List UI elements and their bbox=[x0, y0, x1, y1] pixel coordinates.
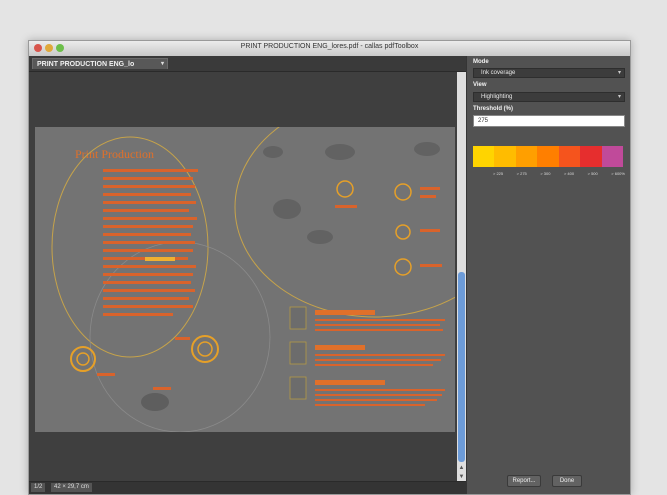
threshold-input[interactable]: 275 bbox=[473, 115, 625, 127]
scale-label: > 600% bbox=[611, 171, 625, 176]
document-tab-label: PRINT PRODUCTION ENG_lo bbox=[37, 61, 135, 68]
document-canvas[interactable]: Print Production bbox=[29, 72, 457, 482]
page-size: 42 × 29,7 cm bbox=[51, 483, 92, 492]
scroll-down-icon[interactable]: ▼ bbox=[457, 473, 466, 481]
scrollbar-thumb[interactable] bbox=[458, 272, 465, 462]
color-swatch bbox=[537, 146, 559, 167]
status-bar: 1/2 42 × 29,7 cm bbox=[29, 481, 466, 494]
left-column-illustration bbox=[51, 136, 271, 432]
threshold-label: Threshold (%) bbox=[473, 106, 513, 112]
color-swatch bbox=[558, 146, 581, 167]
chevron-down-icon: ▾ bbox=[617, 70, 621, 76]
page-artwork bbox=[51, 127, 455, 432]
view-label: View bbox=[473, 82, 487, 88]
chevron-down-icon: ▾ bbox=[617, 94, 621, 100]
color-swatch bbox=[580, 146, 602, 167]
color-swatch bbox=[515, 146, 538, 167]
inspector-panel: Mode Ink coverage ▾ View Highlighting ▾ … bbox=[466, 56, 630, 494]
right-column-illustration bbox=[234, 127, 455, 406]
coverage-color-scale bbox=[473, 146, 623, 167]
pdf-page-preview: Print Production bbox=[35, 127, 455, 432]
report-button[interactable]: Report... bbox=[507, 475, 541, 487]
scale-label: > 300 bbox=[540, 171, 551, 176]
mode-select-value: Ink coverage bbox=[481, 70, 516, 76]
scale-label: > 225 bbox=[493, 171, 504, 176]
page-count: 1/2 bbox=[31, 483, 46, 492]
view-select[interactable]: Highlighting ▾ bbox=[473, 92, 625, 102]
scroll-up-icon[interactable]: ▲ bbox=[457, 464, 466, 472]
scale-label: > 275 bbox=[516, 171, 527, 176]
mode-label: Mode bbox=[473, 59, 489, 65]
coverage-scale-labels: > 225 > 275 > 300 > 400 > 500 > 600% bbox=[493, 171, 625, 176]
document-tab[interactable]: PRINT PRODUCTION ENG_lo ▾ bbox=[32, 58, 168, 69]
window-title: PRINT PRODUCTION ENG_lores.pdf - callas … bbox=[240, 43, 419, 50]
view-select-value: Highlighting bbox=[481, 94, 513, 100]
mode-select[interactable]: Ink coverage ▾ bbox=[473, 68, 625, 78]
document-tab-bar: PRINT PRODUCTION ENG_lo ▾ bbox=[29, 56, 466, 72]
scale-label: > 400 bbox=[563, 171, 575, 176]
scale-label: > 500 bbox=[587, 171, 598, 176]
vertical-scrollbar[interactable]: ▲ ▼ bbox=[457, 72, 466, 482]
color-swatch bbox=[601, 146, 623, 167]
done-button[interactable]: Done bbox=[552, 475, 582, 487]
tab-dropdown-icon[interactable]: ▾ bbox=[161, 59, 164, 69]
title-bar: PRINT PRODUCTION ENG_lores.pdf - callas … bbox=[29, 41, 630, 57]
color-swatch bbox=[473, 146, 495, 167]
app-window: PRINT PRODUCTION ENG_lores.pdf - callas … bbox=[28, 40, 631, 495]
color-swatch bbox=[494, 146, 516, 167]
